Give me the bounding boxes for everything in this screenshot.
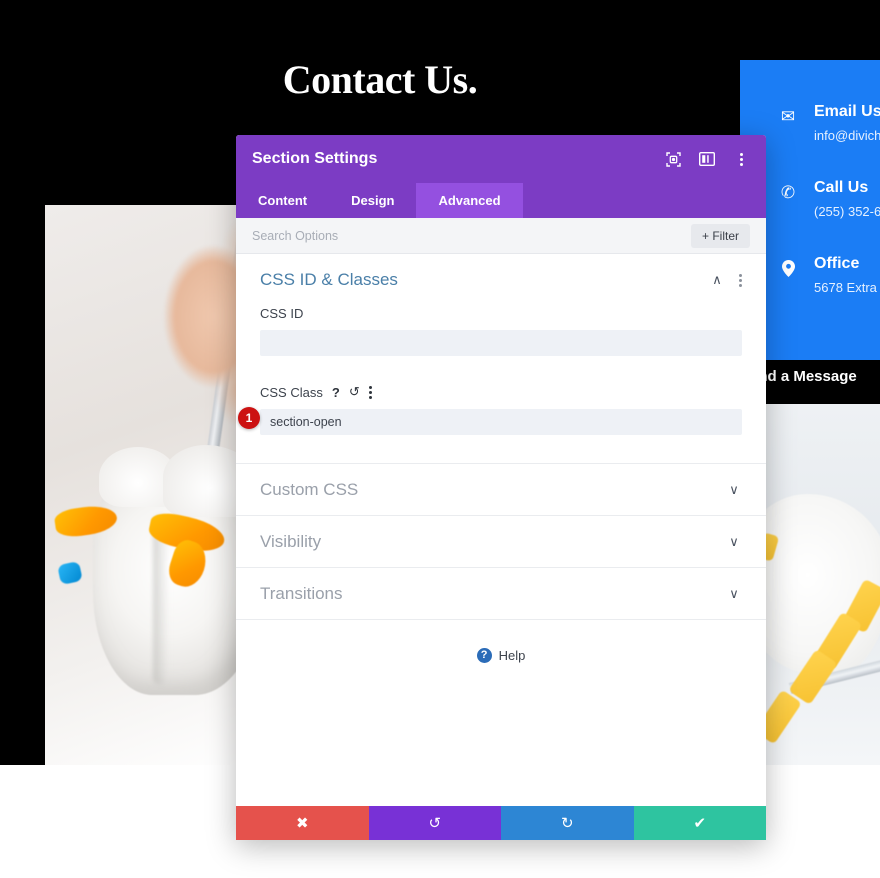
undo-arrow-icon: ↺ bbox=[428, 815, 442, 832]
field-label-css-class: CSS Class ? ↺ bbox=[260, 384, 742, 400]
group-header-css-id-and-classes[interactable]: CSS ID & Classes ∧ bbox=[260, 254, 742, 306]
modal-title: Section Settings bbox=[252, 150, 378, 167]
field-css-id: CSS ID bbox=[260, 306, 742, 362]
redo-arrow-icon: ↻ bbox=[560, 815, 574, 832]
redo-button[interactable]: ↻ bbox=[501, 806, 634, 840]
group-visibility[interactable]: Visibility ∨ bbox=[236, 516, 766, 568]
filter-button[interactable]: + Filter bbox=[690, 223, 750, 248]
field-css-class: CSS Class ? ↺ 1 bbox=[238, 384, 742, 441]
css-class-input-wrap: 1 bbox=[238, 407, 742, 435]
modal-tabs: Content Design Advanced bbox=[236, 183, 766, 218]
tab-content[interactable]: Content bbox=[236, 183, 329, 218]
search-input[interactable] bbox=[252, 228, 691, 243]
filter-plus-icon: + bbox=[701, 228, 709, 243]
spine-chip-4 bbox=[764, 689, 802, 745]
vertebra-model bbox=[53, 445, 260, 725]
css-class-input[interactable] bbox=[260, 409, 742, 435]
map-pin-icon bbox=[776, 260, 800, 280]
help-circle-icon: ? bbox=[476, 647, 492, 663]
kebab-dots bbox=[739, 152, 743, 166]
cancel-button[interactable]: ✖ bbox=[236, 806, 369, 840]
layout-columns-icon[interactable] bbox=[698, 150, 716, 168]
focus-target-icon[interactable] bbox=[664, 150, 682, 168]
field-gap bbox=[260, 362, 742, 384]
help-row[interactable]: ? Help bbox=[236, 620, 766, 690]
chevron-up-icon[interactable]: ∧ bbox=[709, 272, 725, 288]
group-transitions[interactable]: Transitions ∨ bbox=[236, 568, 766, 620]
modal-action-bar: ✖ ↺ ↻ ✔ bbox=[236, 806, 766, 840]
modal-header-icons bbox=[664, 150, 750, 168]
group-custom-css[interactable]: Custom CSS ∨ bbox=[236, 464, 766, 516]
modal-header: Section Settings bbox=[236, 135, 766, 183]
page-title: Contact Us. bbox=[282, 57, 478, 102]
photo-spine-model-right bbox=[764, 404, 880, 765]
contact-detail-phone[interactable]: (255) 352-62 bbox=[814, 204, 880, 219]
group-title-transitions: Transitions bbox=[260, 583, 343, 603]
envelope-icon: ✉ bbox=[780, 107, 796, 126]
checkmark-icon: ✔ bbox=[693, 815, 707, 832]
group-title-custom-css: Custom CSS bbox=[260, 479, 359, 499]
chevron-down-icon[interactable]: ∨ bbox=[726, 482, 742, 498]
field-kebab-icon[interactable] bbox=[368, 385, 372, 399]
modal-bottom-padding bbox=[236, 690, 766, 806]
contact-title-email: Email Us bbox=[814, 103, 880, 120]
group-title-css-id-and-classes: CSS ID & Classes bbox=[260, 270, 398, 289]
disc-marker-blue bbox=[57, 560, 83, 586]
chevron-down-icon[interactable]: ∨ bbox=[726, 586, 742, 602]
photo-hand-vertebra bbox=[45, 205, 260, 765]
css-id-input[interactable] bbox=[260, 330, 742, 356]
tab-design[interactable]: Design bbox=[329, 183, 416, 218]
contact-title-office: Office bbox=[814, 255, 860, 272]
group-kebab-icon[interactable] bbox=[739, 273, 742, 287]
page-title-wrap: Contact Us. bbox=[0, 56, 760, 103]
field-label-css-id: CSS ID bbox=[260, 306, 742, 321]
group-title-visibility: Visibility bbox=[260, 531, 322, 551]
chevron-down-icon[interactable]: ∨ bbox=[726, 534, 742, 550]
kebab-menu-icon[interactable] bbox=[732, 150, 750, 168]
tab-advanced[interactable]: Advanced bbox=[416, 183, 523, 218]
label-text-css-id: CSS ID bbox=[260, 306, 304, 321]
help-question-icon[interactable]: ? bbox=[332, 385, 340, 400]
phone-icon: ✆ bbox=[780, 183, 796, 202]
contact-detail-office: 5678 Extra P bbox=[814, 280, 880, 295]
save-button[interactable]: ✔ bbox=[633, 806, 766, 840]
step-badge-1: 1 bbox=[238, 407, 260, 429]
help-label: Help bbox=[498, 647, 526, 663]
undo-button[interactable]: ↺ bbox=[368, 806, 501, 840]
search-bar: + Filter bbox=[236, 218, 766, 254]
reset-undo-icon[interactable]: ↺ bbox=[349, 384, 360, 400]
group-css-id-and-classes: CSS ID & Classes ∧ CSS ID CSS Class ? ↺ bbox=[236, 254, 766, 464]
contact-detail-email[interactable]: info@divichi bbox=[814, 128, 880, 143]
modal-body: CSS ID & Classes ∧ CSS ID CSS Class ? ↺ bbox=[236, 254, 766, 806]
filter-label: Filter bbox=[712, 228, 739, 243]
section-settings-modal: Section Settings Content Design Advanced… bbox=[236, 135, 766, 840]
contact-title-phone: Call Us bbox=[814, 179, 869, 196]
close-x-icon: ✖ bbox=[295, 815, 309, 832]
label-text-css-class: CSS Class bbox=[260, 384, 323, 400]
